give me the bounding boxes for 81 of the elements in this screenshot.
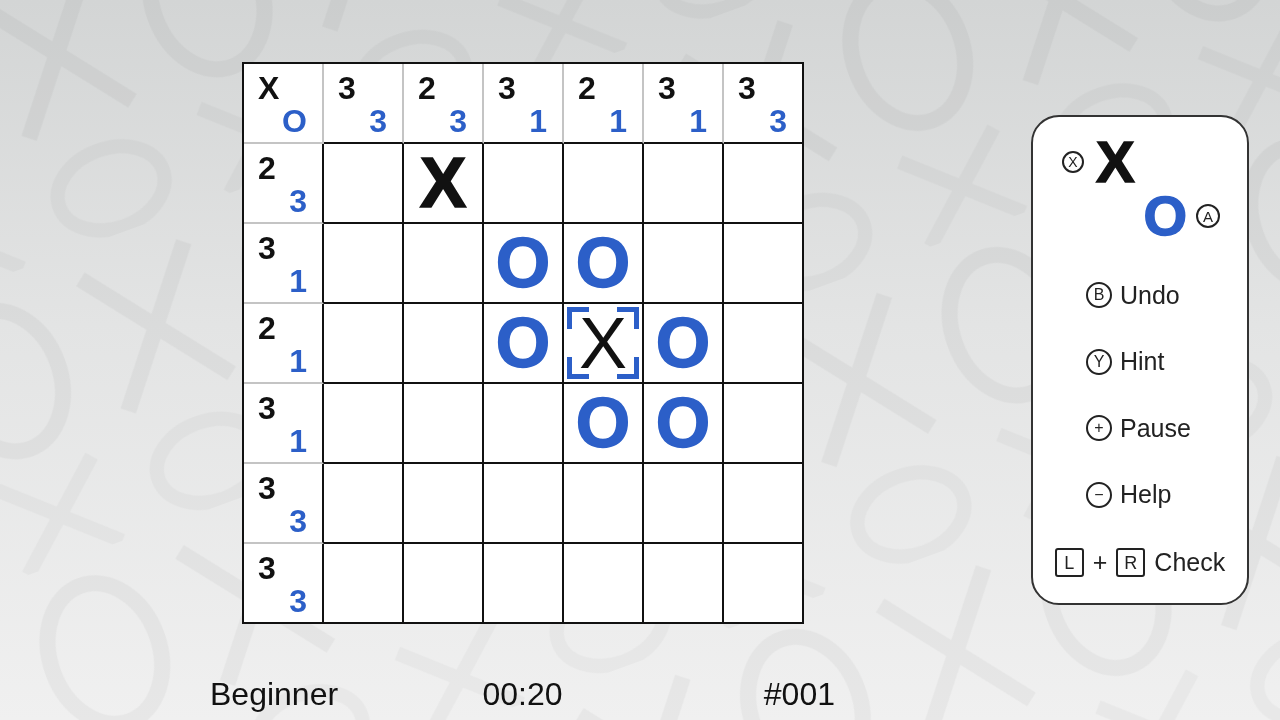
x-count: 3	[258, 392, 276, 424]
grid-cell[interactable]	[724, 544, 804, 624]
grid-cell[interactable]	[644, 464, 724, 544]
x-count: 3	[258, 552, 276, 584]
grid-cell[interactable]: O	[564, 224, 644, 304]
grid-cell[interactable]	[724, 304, 804, 384]
x-count: 3	[498, 72, 516, 104]
grid-cell[interactable]	[404, 384, 484, 464]
grid-cell[interactable]	[324, 544, 404, 624]
x-count: 2	[258, 312, 276, 344]
x-count: 3	[658, 72, 676, 104]
grid-cell[interactable]	[404, 224, 484, 304]
o-count: 3	[369, 105, 387, 137]
o-count: 1	[289, 345, 307, 377]
grid-cell[interactable]	[324, 224, 404, 304]
grid-cell[interactable]: O	[484, 224, 564, 304]
difficulty-label: Beginner	[210, 678, 339, 710]
plus-sign: +	[1092, 550, 1108, 575]
grid-cell[interactable]	[724, 224, 804, 304]
puzzle-number: #001	[763, 678, 835, 710]
grid-cell[interactable]: X	[404, 144, 484, 224]
o-count: 3	[289, 585, 307, 617]
grid-cell[interactable]: O	[644, 304, 724, 384]
action-label: Check	[1154, 550, 1226, 575]
o-count: 1	[529, 105, 547, 137]
x-count: 2	[578, 72, 596, 104]
grid-cell[interactable]	[324, 304, 404, 384]
grid-cell[interactable]	[724, 144, 804, 224]
x-count: 3	[338, 72, 356, 104]
o-count: 3	[289, 185, 307, 217]
grid-cell[interactable]	[484, 384, 564, 464]
grid-cell[interactable]	[324, 144, 404, 224]
grid-cell[interactable]	[484, 464, 564, 544]
grid-cell[interactable]: X	[564, 304, 644, 384]
o-count: 1	[609, 105, 627, 137]
x-count: 2	[258, 152, 276, 184]
mark-symbol: O	[1143, 188, 1187, 244]
x-count: 3	[258, 232, 276, 264]
controller-key: B	[1086, 282, 1112, 308]
controller-key: X	[1062, 151, 1084, 173]
grid-cell[interactable]	[564, 144, 644, 224]
grid-cell[interactable]	[724, 464, 804, 544]
x-count: 2	[418, 72, 436, 104]
grid-cell[interactable]: O	[644, 384, 724, 464]
grid-cell[interactable]	[404, 304, 484, 384]
o-header: O	[282, 105, 307, 137]
o-count: 1	[689, 105, 707, 137]
x-count: 3	[258, 472, 276, 504]
grid-cell[interactable]	[404, 464, 484, 544]
grid-cell[interactable]	[324, 384, 404, 464]
x-header: X	[258, 72, 280, 104]
mark-symbol: X	[1096, 133, 1135, 191]
controller-key: A	[1196, 204, 1220, 228]
controller-key: +	[1086, 415, 1112, 441]
grid-cell[interactable]	[484, 544, 564, 624]
timer: 00:20	[482, 678, 563, 710]
action-label: Undo	[1120, 282, 1180, 308]
x-count: 3	[738, 72, 756, 104]
o-count: 3	[769, 105, 787, 137]
grid-cell[interactable]	[484, 144, 564, 224]
o-count: 3	[289, 505, 307, 537]
action-label: Help	[1120, 482, 1172, 507]
controller-key: Y	[1086, 348, 1112, 375]
action-label: Hint	[1120, 349, 1165, 374]
o-count: 1	[289, 425, 307, 457]
controller-key: L	[1054, 548, 1084, 577]
controller-key: R	[1116, 548, 1146, 577]
grid-cell[interactable]	[724, 384, 804, 464]
o-count: 1	[289, 265, 307, 297]
controller-key: −	[1086, 481, 1112, 508]
grid-cell[interactable]	[644, 144, 724, 224]
grid-cell[interactable]	[644, 544, 724, 624]
action-label: Pause	[1120, 415, 1191, 441]
grid-cell[interactable]	[564, 464, 644, 544]
grid-cell[interactable]	[564, 544, 644, 624]
o-count: 3	[449, 105, 467, 137]
grid-cell[interactable]	[404, 544, 484, 624]
grid-cell[interactable]: O	[484, 304, 564, 384]
grid-cell[interactable]	[644, 224, 724, 304]
grid-cell[interactable]: O	[564, 384, 644, 464]
grid-cell[interactable]	[324, 464, 404, 544]
